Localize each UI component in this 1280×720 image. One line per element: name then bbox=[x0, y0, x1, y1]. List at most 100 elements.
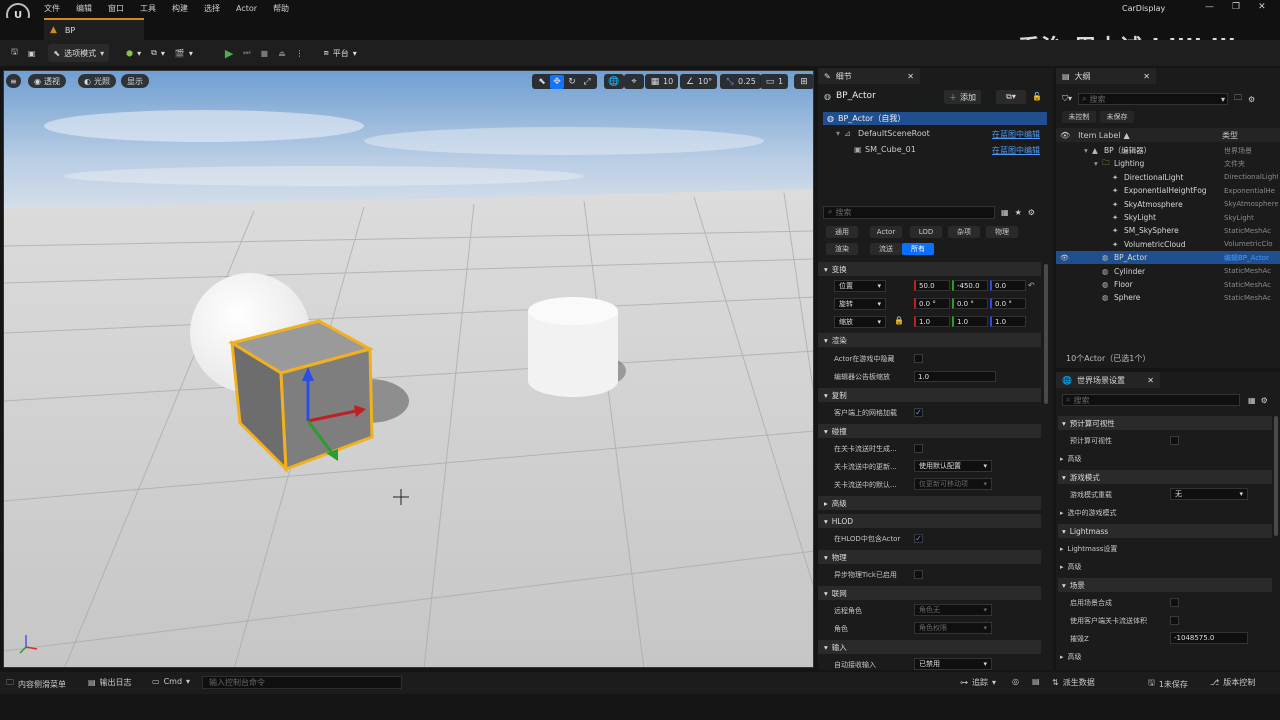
console-input[interactable]: 输入控制台命令 bbox=[202, 676, 402, 689]
edit-in-blueprint-link[interactable]: 在蓝图中编辑 bbox=[992, 145, 1040, 156]
menu-item[interactable]: Actor bbox=[228, 0, 265, 18]
column-type[interactable]: 类型 bbox=[1222, 130, 1238, 141]
grid-snap-button[interactable]: ▦ 10 bbox=[645, 74, 679, 89]
section-header[interactable]: ▾ 物理 bbox=[818, 550, 1041, 564]
add-actor-button[interactable]: ⬢ ▾ bbox=[121, 44, 146, 62]
gear-icon[interactable]: ⚙ bbox=[1261, 396, 1268, 405]
content-drawer-button[interactable]: 🗀 内容侧滑菜单 bbox=[6, 677, 66, 691]
trace-button[interactable]: ⊶ 追踪 ▾ bbox=[960, 677, 996, 688]
platform-button[interactable]: ⧈ 平台 ▾ bbox=[319, 44, 362, 62]
outliner-row[interactable]: ✦ SkyLight SkyLight bbox=[1056, 211, 1280, 224]
unsaved-button[interactable]: 🖫 1未保存 bbox=[1148, 677, 1188, 691]
search-input[interactable]: ⌕ 搜索 bbox=[823, 205, 995, 219]
outliner-search-input[interactable]: ⌕ 搜索 ▾ bbox=[1078, 93, 1229, 105]
outliner-tab[interactable]: ▤ 大纲 ✕ bbox=[1056, 68, 1156, 84]
component-self-row[interactable]: ◍ BP_Actor（自我） bbox=[823, 112, 1047, 125]
menu-item[interactable]: 窗口 bbox=[100, 0, 132, 18]
menu-item[interactable]: 选择 bbox=[196, 0, 228, 18]
section-header[interactable]: ▸ 高级 bbox=[818, 496, 1041, 510]
transform-location-y[interactable]: -450.0 bbox=[952, 280, 988, 291]
checkbox[interactable] bbox=[1170, 436, 1179, 445]
record-button[interactable]: ◎ bbox=[1012, 677, 1019, 686]
checkbox[interactable] bbox=[1170, 598, 1179, 607]
component-name[interactable]: SM_Cube_01 bbox=[865, 145, 916, 154]
world-subsection[interactable]: ▸ 选中的游戏模式 bbox=[1060, 508, 1117, 518]
close-icon[interactable]: ✕ bbox=[1143, 72, 1150, 81]
transform-scale-x[interactable]: 1.0 bbox=[914, 316, 950, 327]
world-section-header[interactable]: ▾ 游戏模式 bbox=[1058, 470, 1272, 484]
viewport-menu-button[interactable]: ≡ bbox=[6, 74, 21, 88]
select-tool-icon[interactable]: ⬉ bbox=[535, 75, 549, 89]
transform-location-x[interactable]: 50.0 bbox=[914, 280, 950, 291]
outliner-row[interactable]: ◍ Floor StaticMeshAc bbox=[1056, 278, 1280, 291]
world-section-header[interactable]: ▾ 预计算可视性 bbox=[1058, 416, 1272, 430]
perspective-button[interactable]: ◉ 透视 bbox=[28, 74, 66, 88]
world-subsection[interactable]: ▸ 高级 bbox=[1060, 454, 1082, 464]
section-header[interactable]: ▾ 联网 bbox=[818, 586, 1041, 600]
lit-button[interactable]: ◐ 光照 bbox=[78, 74, 116, 88]
output-log-button[interactable]: ▤ 输出日志 bbox=[88, 677, 132, 688]
maximize-viewport-button[interactable]: ⊞ bbox=[794, 74, 813, 89]
gear-icon[interactable]: ⚙ bbox=[1028, 208, 1035, 217]
menu-item[interactable]: 文件 bbox=[36, 0, 68, 18]
section-header[interactable]: ▾ 输入 bbox=[818, 640, 1041, 654]
derived-data-button[interactable]: ⇅ 派生数据 bbox=[1052, 677, 1095, 688]
dropdown[interactable]: 已禁用 ▾ bbox=[914, 658, 992, 670]
transform-scale-z[interactable]: 1.0 bbox=[990, 316, 1026, 327]
cinematics-button[interactable]: 🎬 ▾ bbox=[170, 44, 198, 62]
component-name[interactable]: DefaultSceneRoot bbox=[858, 129, 930, 138]
dropdown[interactable]: 角色无 ▾ bbox=[914, 604, 992, 616]
checkbox[interactable]: ✓ bbox=[914, 534, 923, 543]
trace-menu-button[interactable]: ▤ bbox=[1032, 677, 1040, 686]
world-scrollbar[interactable] bbox=[1274, 416, 1278, 536]
save-button[interactable]: 🖫 bbox=[6, 44, 23, 62]
rotate-tool-icon[interactable]: ↻ bbox=[565, 75, 579, 89]
show-button[interactable]: 显示 bbox=[121, 74, 149, 88]
world-subsection[interactable]: ▸ 高级 bbox=[1060, 562, 1082, 572]
filter-tab[interactable]: 通用 bbox=[826, 226, 858, 238]
filter-tab[interactable]: LOD bbox=[910, 226, 942, 238]
details-scrollbar[interactable] bbox=[1044, 264, 1048, 404]
source-control-button[interactable]: ⎇ 版本控制 bbox=[1210, 677, 1255, 688]
outliner-row[interactable]: ✦ ExponentialHeightFog ExponentialHe bbox=[1056, 184, 1280, 197]
close-icon[interactable]: ✕ bbox=[1147, 376, 1154, 385]
outliner-row[interactable]: ✦ VolumetricCloud VolumetricClo bbox=[1056, 238, 1280, 251]
table-view-icon[interactable]: ▦ bbox=[1001, 208, 1009, 217]
transform-rotation-selector[interactable]: 旋转 ▾ bbox=[834, 298, 886, 310]
star-icon[interactable]: ★ bbox=[1015, 208, 1022, 217]
outliner-row[interactable]: ◍ Sphere StaticMeshAc bbox=[1056, 291, 1280, 304]
tree-expand-icon[interactable]: ▾ bbox=[1094, 159, 1102, 168]
outliner-row[interactable]: ◍ Cylinder StaticMeshAc bbox=[1056, 265, 1280, 278]
menu-item[interactable]: 编辑 bbox=[68, 0, 100, 18]
section-header[interactable]: ▾ HLOD bbox=[818, 514, 1041, 528]
outliner-row[interactable]: ✦ SkyAtmosphere SkyAtmosphere bbox=[1056, 198, 1280, 211]
translate-tool-icon[interactable]: ✥ bbox=[550, 74, 564, 89]
play-button[interactable]: ▶ bbox=[220, 44, 238, 62]
transform-rotation-x[interactable]: 0.0 ° bbox=[914, 298, 950, 309]
checkbox[interactable] bbox=[914, 354, 923, 363]
add-folder-icon[interactable]: 🗀 bbox=[1234, 92, 1242, 106]
details-tab[interactable]: ✎ 细节 ✕ bbox=[818, 68, 920, 84]
transform-scale-selector[interactable]: 缩放 ▾ bbox=[834, 316, 886, 328]
close-icon[interactable]: ✕ bbox=[1258, 2, 1266, 12]
tree-expand-icon[interactable]: ▾ bbox=[1084, 146, 1092, 155]
dropdown[interactable]: 使用默认配置 ▾ bbox=[914, 460, 992, 472]
outliner-row[interactable]: ▾ 🗀 Lighting 文件夹 bbox=[1056, 157, 1280, 170]
checkbox[interactable] bbox=[914, 444, 923, 453]
level-viewport[interactable]: ≡ ◉ 透视 ◐ 光照 显示 ⬉ ✥ ↻ ⤢ 🌐 ⌖ ▦ 10 ∠ 10° ⤡ … bbox=[3, 70, 814, 668]
close-icon[interactable]: ✕ bbox=[907, 72, 914, 81]
menu-item[interactable]: 工具 bbox=[132, 0, 164, 18]
game-mode-dropdown[interactable]: 无 ▾ bbox=[1170, 488, 1248, 500]
outliner-row[interactable]: ✦ DirectionalLight DirectionalLight bbox=[1056, 171, 1280, 184]
transform-location-selector[interactable]: 位置 ▾ bbox=[834, 280, 886, 292]
unsaved-button[interactable]: 未保存 bbox=[1100, 111, 1134, 123]
outliner-row[interactable]: ✦ SM_SkySphere StaticMeshAc bbox=[1056, 224, 1280, 237]
transform-location-z[interactable]: 0.0 bbox=[990, 280, 1026, 291]
scale-snap-button[interactable]: ⤡ 0.25 bbox=[720, 74, 761, 89]
camera-speed-button[interactable]: ▭ 1 bbox=[760, 74, 789, 89]
section-header[interactable]: ▾ 复制 bbox=[818, 388, 1041, 402]
checkbox[interactable] bbox=[914, 570, 923, 579]
world-section-header[interactable]: ▾ Lightmass bbox=[1058, 524, 1272, 538]
filter-tab[interactable]: 物理 bbox=[986, 226, 1018, 238]
transform-scale-y[interactable]: 1.0 bbox=[952, 316, 988, 327]
